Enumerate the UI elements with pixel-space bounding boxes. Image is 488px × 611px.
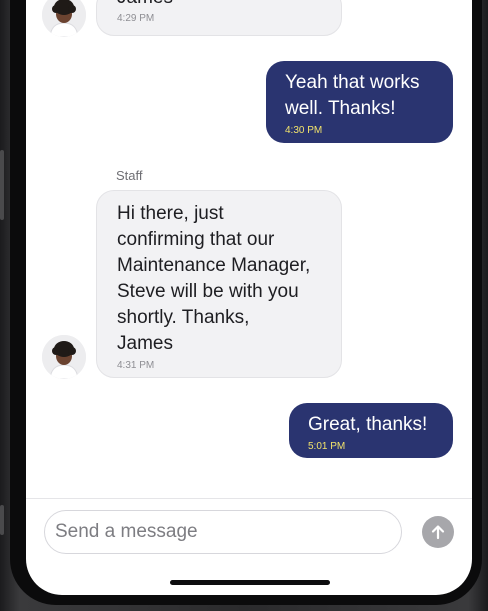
home-indicator[interactable] xyxy=(170,580,330,585)
message-input[interactable] xyxy=(44,510,402,554)
avatar xyxy=(42,0,86,37)
message-bubble-outgoing[interactable]: Great, thanks! 5:01 PM xyxy=(289,403,453,458)
side-button xyxy=(0,505,4,535)
message-text: James xyxy=(117,0,321,11)
message-time: 4:29 PM xyxy=(117,13,155,24)
composer-divider xyxy=(26,498,472,499)
message-text: Great, thanks! xyxy=(308,414,428,435)
person-avatar-icon xyxy=(42,0,86,37)
message-text: Hi there, just confirming that our Maint… xyxy=(117,203,311,354)
arrow-up-icon xyxy=(431,525,445,540)
chat-screen: James 4:29 PM Yeah that works well. Than… xyxy=(26,0,472,595)
message-time: 4:31 PM xyxy=(117,360,155,371)
person-avatar-icon xyxy=(42,335,86,379)
message-bubble-incoming[interactable]: James 4:29 PM xyxy=(96,0,342,36)
avatar xyxy=(42,335,86,379)
sender-name: Staff xyxy=(116,168,143,183)
phone-frame: James 4:29 PM Yeah that works well. Than… xyxy=(0,0,488,611)
send-button[interactable] xyxy=(422,516,454,548)
message-text: Yeah that works well. Thanks! xyxy=(285,72,420,119)
volume-button xyxy=(0,150,4,220)
message-bubble-outgoing[interactable]: Yeah that works well. Thanks! 4:30 PM xyxy=(266,61,453,143)
message-time: 5:01 PM xyxy=(308,441,346,452)
message-time: 4:30 PM xyxy=(285,125,323,136)
message-bubble-incoming[interactable]: Hi there, just confirming that our Maint… xyxy=(96,190,342,378)
